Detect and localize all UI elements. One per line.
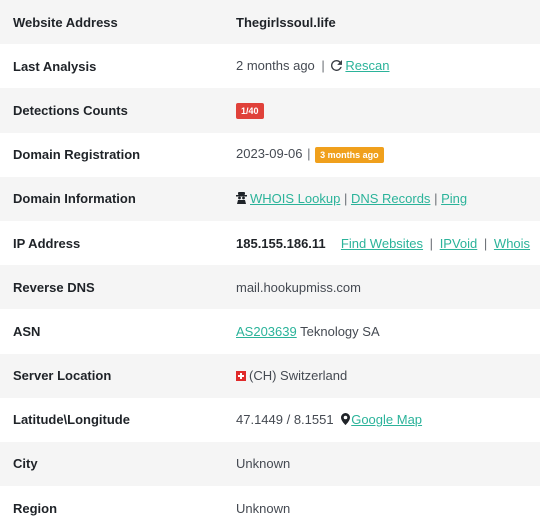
separator: |: [321, 58, 325, 74]
table-row-asn: ASN AS203639 Teknology SA: [0, 309, 540, 354]
separator: |: [307, 146, 311, 162]
domain-registration-label: Domain Registration: [13, 147, 141, 163]
table-row-detections: Detections Counts 1/40: [0, 88, 540, 133]
table-row-latlong: Latitude\Longitude 47.1449 / 8.1551 Goog…: [0, 397, 540, 442]
domain-information-label: Domain Information: [13, 191, 136, 207]
ip-whois-link[interactable]: Whois: [494, 236, 530, 251]
ip-address-value: 185.155.186.11: [236, 235, 326, 251]
user-secret-icon: [236, 191, 247, 207]
asn-organization: Teknology SA: [300, 323, 380, 339]
ping-link[interactable]: Ping: [441, 191, 467, 206]
table-row-server-location: Server Location (CH) Switzerland: [0, 353, 540, 398]
table-row-reverse-dns: Reverse DNS mail.hookupmiss.com: [0, 265, 540, 310]
dns-records-link[interactable]: DNS Records: [351, 191, 430, 206]
reverse-dns-label: Reverse DNS: [13, 279, 95, 295]
whois-lookup-link[interactable]: WHOIS Lookup: [250, 191, 340, 206]
table-row-region: Region Unknown: [0, 486, 540, 530]
ip-address-label: IP Address: [13, 235, 81, 251]
detections-count-label: Detections Counts: [13, 102, 128, 118]
separator: |: [429, 235, 434, 251]
website-address-value: Thegirlssoul.life: [236, 14, 336, 30]
table-row-city: City Unknown: [0, 441, 540, 487]
table-row-last-analysis: Last Analysis 2 months ago | Rescan: [0, 44, 540, 89]
switzerland-flag-icon: [236, 370, 246, 381]
region-value: Unknown: [236, 500, 291, 516]
website-address-label: Website Address: [13, 14, 118, 30]
city-value: Unknown: [236, 456, 291, 472]
last-analysis-value: 2 months ago: [236, 58, 315, 74]
reverse-dns-value: mail.hookupmiss.com: [236, 279, 361, 295]
map-marker-icon: [341, 412, 351, 428]
table-row-website: Website Address Thegirlssoul.life: [0, 0, 540, 45]
separator: |: [434, 190, 438, 206]
latlong-label: Latitude\Longitude: [13, 412, 130, 428]
rescan-link[interactable]: Rescan: [345, 58, 389, 73]
table-row-domain-registration: Domain Registration 2023-09-06 | 3 month…: [0, 132, 540, 177]
table-row-domain-information: Domain Information WHOIS Lookup | DNS Re…: [0, 176, 540, 221]
server-location-label: Server Location: [13, 368, 112, 384]
asn-link[interactable]: AS203639: [236, 324, 297, 339]
ipvoid-link[interactable]: IPVoid: [440, 236, 478, 251]
latlong-value: 47.1449 / 8.1551: [236, 411, 334, 427]
separator: |: [483, 235, 488, 251]
registration-date: 2023-09-06: [236, 146, 303, 162]
city-label: City: [13, 456, 38, 472]
table-row-ip-address: IP Address 185.155.186.11 Find Websites …: [0, 220, 540, 266]
ip-info-table: Website Address Thegirlssoul.life Last A…: [0, 0, 540, 530]
asn-label: ASN: [13, 323, 41, 339]
google-map-link[interactable]: Google Map: [351, 412, 422, 427]
region-label: Region: [13, 500, 58, 516]
last-analysis-label: Last Analysis: [13, 58, 97, 74]
find-websites-link[interactable]: Find Websites: [341, 236, 423, 251]
separator: |: [343, 190, 348, 206]
detections-badge: 1/40: [236, 102, 264, 119]
registration-age-badge: 3 months ago: [315, 146, 384, 163]
refresh-icon[interactable]: [331, 59, 343, 74]
server-location-value: (CH) Switzerland: [249, 368, 348, 384]
